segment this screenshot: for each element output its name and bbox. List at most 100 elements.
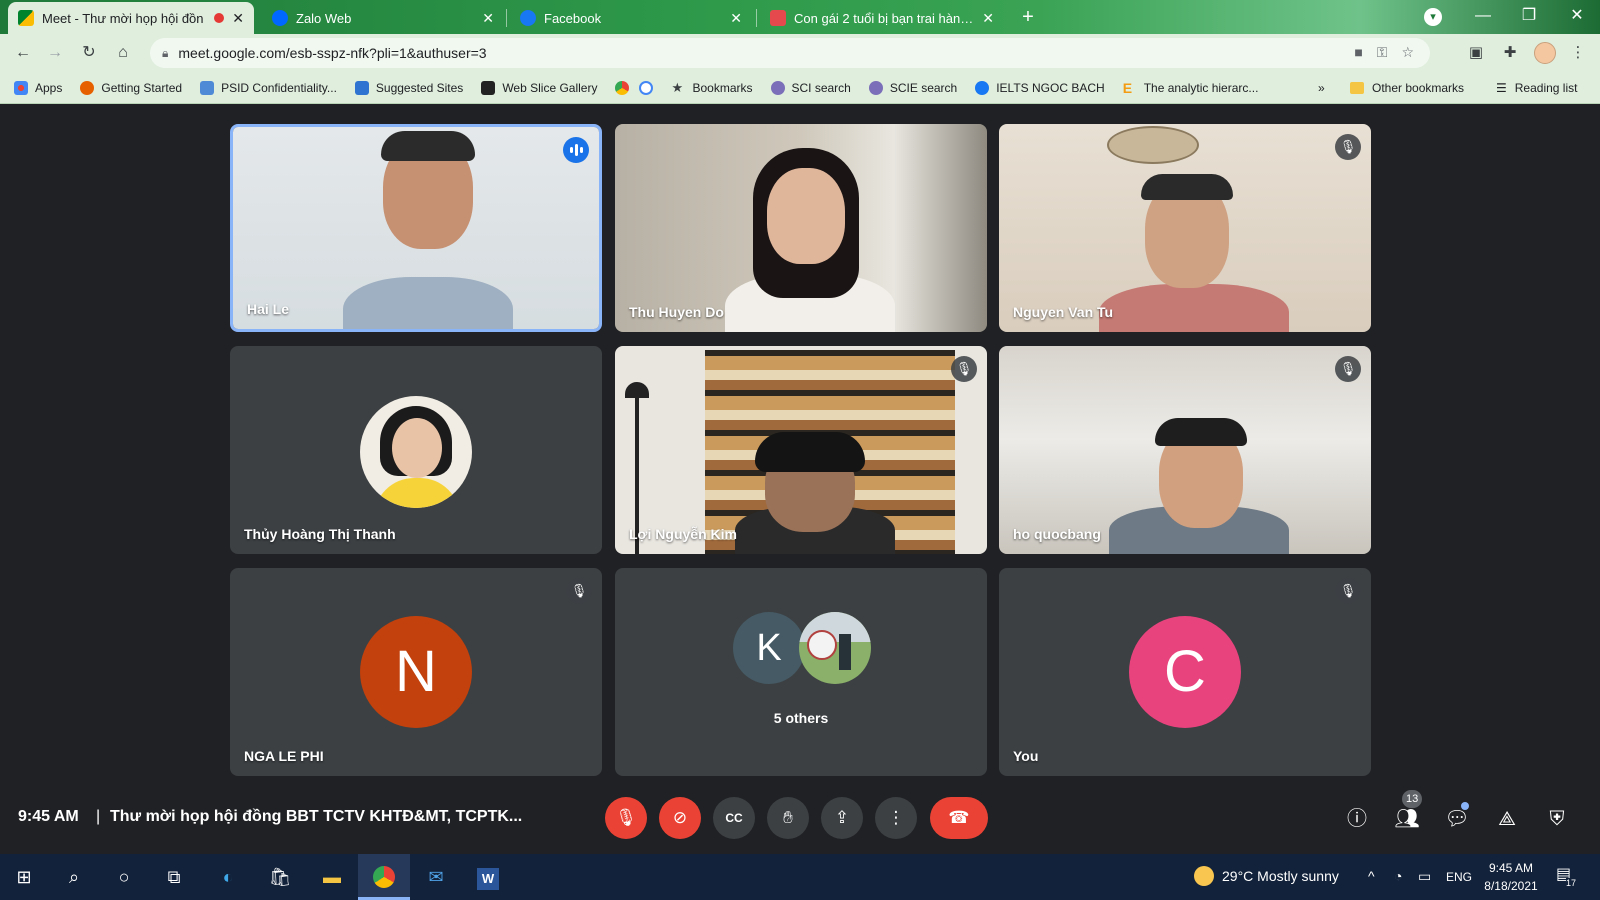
present-screen-button[interactable]: ⇪ bbox=[821, 797, 863, 839]
kebab-menu-icon[interactable]: ⋮ bbox=[1568, 43, 1588, 63]
others-count-label: 5 others bbox=[773, 710, 829, 726]
puzzle-extensions-icon[interactable]: ✚ bbox=[1500, 43, 1520, 63]
minimize-icon[interactable]: — bbox=[1460, 0, 1506, 34]
bookmark-scie-search[interactable]: SCIE search bbox=[868, 80, 957, 95]
mail-icon[interactable]: ✉︎ bbox=[420, 861, 452, 893]
new-tab-button[interactable]: + bbox=[1016, 6, 1040, 30]
tab-meet[interactable]: Meet - Thư mời họp hội đồn ✕ bbox=[8, 2, 254, 34]
participant-name: Lợi Nguyễn Kim bbox=[629, 526, 737, 542]
clock-date: 8/18/2021 bbox=[1484, 879, 1538, 893]
more-options-button[interactable]: ⋮ bbox=[875, 797, 917, 839]
participant-count-badge: 13 bbox=[1402, 790, 1423, 808]
profile-avatar[interactable] bbox=[1534, 42, 1556, 64]
shield-lock-icon: ⛨ bbox=[1549, 808, 1565, 830]
cortana-icon[interactable]: ○ bbox=[108, 861, 140, 893]
notification-count: 17 bbox=[1566, 878, 1577, 888]
reading-list[interactable]: ☰ Reading list bbox=[1496, 72, 1577, 104]
folder-icon bbox=[1350, 82, 1364, 94]
chevron-up-icon[interactable]: ^ bbox=[1368, 868, 1375, 884]
bookmark-bookmarks[interactable]: ★ Bookmarks bbox=[671, 80, 752, 95]
close-window-icon[interactable]: ✕ bbox=[1554, 0, 1600, 34]
bookmark-chrome[interactable] bbox=[615, 80, 630, 95]
key-icon[interactable]: ⚿ bbox=[1377, 44, 1388, 61]
tab-facebook[interactable]: Facebook ✕ bbox=[510, 2, 752, 34]
host-controls-button[interactable]: ⛨ bbox=[1542, 804, 1572, 834]
title-divider: | bbox=[96, 808, 101, 825]
task-view-icon[interactable]: ⧉ bbox=[158, 861, 190, 893]
meeting-clock: 9:45 AM bbox=[18, 808, 79, 825]
bookmark-google[interactable] bbox=[639, 80, 654, 95]
restore-icon[interactable]: ❐ bbox=[1506, 0, 1552, 34]
bookmark-suggested-sites[interactable]: Suggested Sites bbox=[354, 80, 463, 95]
bookmark-analytic-hierarchy[interactable]: E The analytic hierarc... bbox=[1123, 81, 1259, 95]
bookmark-ielts[interactable]: IELTS NGOC BACH bbox=[975, 80, 1105, 95]
mic-off-icon: 🎙︎ bbox=[566, 578, 592, 604]
participant-name: Hai Le bbox=[247, 301, 290, 317]
tab-zalo[interactable]: Zalo Web ✕ bbox=[262, 2, 504, 34]
bookmark-apps[interactable]: Apps bbox=[14, 80, 62, 95]
video-feed bbox=[615, 346, 987, 554]
windows-start-icon[interactable]: ⊞ bbox=[8, 861, 40, 893]
participant-tile-others[interactable]: K 5 others bbox=[615, 568, 987, 776]
edge-icon[interactable]: ◐ bbox=[212, 861, 244, 893]
word-icon[interactable]: W bbox=[472, 861, 504, 893]
close-tab-icon[interactable]: ✕ bbox=[232, 10, 244, 27]
close-tab-icon[interactable]: ✕ bbox=[730, 10, 742, 27]
tab-title: Facebook bbox=[544, 10, 602, 26]
mic-off-icon: 🎙︎ bbox=[951, 356, 977, 382]
participant-tile-nguyen-van-tu[interactable]: 🎙︎ Nguyen Van Tu bbox=[999, 124, 1371, 332]
toggle-camera-button[interactable]: ⊘ bbox=[659, 797, 701, 839]
bookmark-sci-search[interactable]: SCI search bbox=[770, 80, 851, 95]
bookmark-psid[interactable]: PSID Confidentiality... bbox=[200, 80, 337, 95]
participant-tile-thu-huyen-do[interactable]: Thu Huyen Do bbox=[615, 124, 987, 332]
close-tab-icon[interactable]: ✕ bbox=[482, 10, 494, 27]
participant-tile-hai-le[interactable]: Hai Le bbox=[230, 124, 602, 332]
camera-icon[interactable]: ■ bbox=[1354, 44, 1362, 61]
leave-call-button[interactable]: ☎︎ bbox=[930, 797, 988, 839]
close-tab-icon[interactable]: ✕ bbox=[982, 10, 994, 27]
search-icon[interactable]: ⌕ bbox=[58, 861, 90, 893]
tab-search-icon[interactable]: ▾ bbox=[1424, 8, 1442, 26]
reload-icon[interactable]: ↻ bbox=[78, 42, 100, 64]
captions-button[interactable]: CC bbox=[713, 797, 755, 839]
tab-title: Meet - Thư mời họp hội đồn bbox=[42, 10, 204, 26]
people-button[interactable]: 👥︎ bbox=[1392, 804, 1422, 834]
address-bar[interactable]: 🔒︎ meet.google.com/esb-sspz-nfk?pli=1&au… bbox=[150, 38, 1430, 68]
tab-news[interactable]: Con gái 2 tuổi bị bạn trai hành h ✕ bbox=[760, 2, 1004, 34]
home-icon[interactable]: ⌂ bbox=[112, 42, 134, 64]
bookmark-web-slice-gallery[interactable]: Web Slice Gallery bbox=[481, 80, 597, 95]
recording-dot-icon bbox=[214, 13, 225, 23]
web-slice-icon bbox=[481, 80, 496, 95]
system-clock[interactable]: 9:45 AM 8/18/2021 bbox=[1476, 859, 1546, 895]
participant-tile-nga-le-phi[interactable]: N 🎙︎ NGA LE PHI bbox=[230, 568, 602, 776]
raise-hand-button[interactable]: ✋︎ bbox=[767, 797, 809, 839]
activities-button[interactable]: ⟁ bbox=[1492, 804, 1522, 834]
more-bookmarks-chevron[interactable]: » bbox=[1318, 72, 1325, 104]
profile-photo-avatar bbox=[799, 612, 871, 684]
weather-text[interactable]: 29°C Mostly sunny bbox=[1222, 868, 1339, 884]
star-icon[interactable]: ☆ bbox=[1401, 44, 1414, 61]
mic-off-icon: 🎙︎ bbox=[1335, 356, 1361, 382]
bookmark-other-bookmarks[interactable]: Other bookmarks bbox=[1350, 72, 1464, 104]
toggle-mic-button[interactable]: 🎙︎ bbox=[605, 797, 647, 839]
participant-tile-thuy-hoang-thi-thanh[interactable]: Thủy Hoàng Thị Thanh bbox=[230, 346, 602, 554]
bing-icon bbox=[354, 80, 369, 95]
participant-tile-loi-nguyen-kim[interactable]: 🎙︎ Lợi Nguyễn Kim bbox=[615, 346, 987, 554]
language-indicator[interactable]: ENG bbox=[1446, 870, 1472, 884]
meeting-details-button[interactable]: ⓘ bbox=[1342, 804, 1372, 834]
video-feed bbox=[615, 124, 987, 332]
letter-avatar: C bbox=[1129, 616, 1241, 728]
file-explorer-icon[interactable]: ▬ bbox=[316, 861, 348, 893]
extension-icon[interactable]: ▣ bbox=[1466, 43, 1486, 63]
meeting-title[interactable]: Thư mời họp hội đồng BBT TCTV KHTĐ&MT, T… bbox=[110, 808, 522, 826]
bookmark-getting-started[interactable]: Getting Started bbox=[80, 80, 182, 95]
chrome-icon[interactable] bbox=[368, 861, 400, 893]
participant-tile-you[interactable]: C 🎙︎ You bbox=[999, 568, 1371, 776]
store-icon[interactable]: 🛍︎ bbox=[264, 861, 296, 893]
battery-icon[interactable]: ▭ bbox=[1418, 868, 1431, 885]
back-arrow-icon[interactable]: ← bbox=[12, 42, 34, 64]
forward-arrow-icon[interactable]: → bbox=[44, 42, 66, 64]
activities-shapes-icon: ⟁ bbox=[1498, 808, 1516, 830]
participant-tile-ho-quocbang[interactable]: 🎙︎ ho quocbang bbox=[999, 346, 1371, 554]
wifi-icon[interactable]: ◔ bbox=[1394, 868, 1402, 884]
